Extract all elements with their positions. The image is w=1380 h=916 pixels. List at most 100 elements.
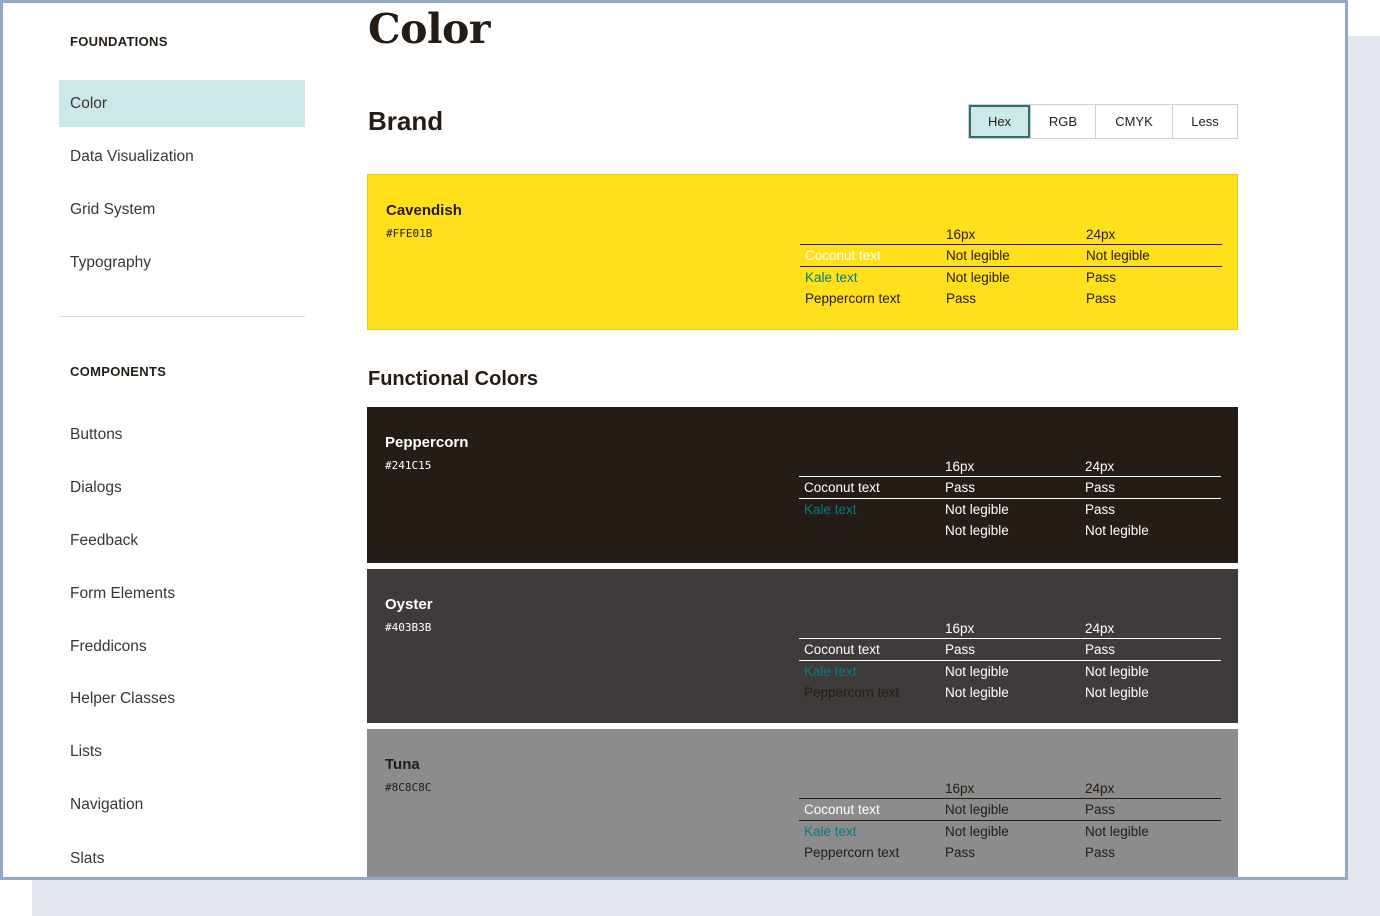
contrast-row-coconut: Coconut text Pass Pass <box>799 639 1221 660</box>
row-24px-result: Pass <box>1085 642 1116 657</box>
sidebar-item-label: Freddicons <box>70 638 147 655</box>
row-16px-result: Not legible <box>945 523 1009 538</box>
row-24px-result: Not legible <box>1085 523 1149 538</box>
row-24px-result: Not legible <box>1086 248 1150 263</box>
swatch-hex[interactable]: #FFE01B <box>386 227 432 240</box>
contrast-row-peppercorn: Peppercorn text Not legible Not legible <box>799 520 1221 541</box>
contrast-table: 16px 24px Coconut text Pass Pass Kale te… <box>799 619 1221 703</box>
row-16px-result: Not legible <box>945 824 1009 839</box>
sidebar-item-navigation[interactable]: Navigation <box>59 781 305 828</box>
app-window: FOUNDATIONS Color Data Visualization Gri… <box>0 0 1348 880</box>
contrast-table-header: 16px 24px <box>799 619 1221 638</box>
row-16px-result: Pass <box>945 845 976 860</box>
page-title: Color <box>368 5 491 53</box>
row-16px-result: Not legible <box>945 685 1009 700</box>
sidebar-item-freddicons[interactable]: Freddicons <box>59 623 305 670</box>
sidebar-item-label: Lists <box>70 743 102 760</box>
header-24px: 24px <box>1085 459 1115 474</box>
row-16px-result: Not legible <box>946 270 1010 285</box>
sidebar-item-label: Buttons <box>70 426 123 443</box>
row-label: Peppercorn text <box>804 845 900 860</box>
contrast-row-coconut: Coconut text Pass Pass <box>799 477 1221 498</box>
contrast-table-header: 16px 24px <box>799 779 1221 798</box>
row-24px-result: Pass <box>1085 480 1116 495</box>
contrast-table-header: 16px 24px <box>799 457 1221 476</box>
header-16px: 16px <box>945 459 975 474</box>
header-24px: 24px <box>1086 227 1116 242</box>
format-hex-button[interactable]: Hex <box>969 105 1031 138</box>
row-24px-result: Not legible <box>1085 685 1149 700</box>
sidebar-item-lists[interactable]: Lists <box>59 728 305 775</box>
swatch-hex[interactable]: #403B3B <box>385 621 431 634</box>
row-16px-result: Pass <box>945 642 976 657</box>
sidebar-item-color[interactable]: Color <box>59 80 305 127</box>
row-label: Peppercorn text <box>805 291 901 306</box>
row-label: Kale text <box>805 270 858 285</box>
color-swatch-oyster: Oyster #403B3B 16px 24px Coconut text Pa… <box>367 569 1238 723</box>
contrast-table: 16px 24px Coconut text Not legible Not l… <box>800 225 1222 309</box>
swatch-hex[interactable]: #8C8C8C <box>385 781 431 794</box>
sidebar-item-buttons[interactable]: Buttons <box>59 411 305 458</box>
sidebar-item-label: Grid System <box>70 201 156 218</box>
row-16px-result: Not legible <box>946 248 1010 263</box>
color-swatch-peppercorn: Peppercorn #241C15 16px 24px Coconut tex… <box>367 407 1238 563</box>
row-16px-result: Not legible <box>945 664 1009 679</box>
contrast-row-peppercorn: Peppercorn text Not legible Not legible <box>799 682 1221 703</box>
row-24px-result: Not legible <box>1085 664 1149 679</box>
row-16px-result: Not legible <box>945 802 1009 817</box>
sidebar-item-label: Dialogs <box>70 479 122 496</box>
contrast-row-kale: Kale text Not legible Pass <box>800 267 1222 288</box>
row-16px-result: Pass <box>946 291 977 306</box>
sidebar-item-label: Color <box>70 95 108 112</box>
row-label: Kale text <box>804 824 857 839</box>
sidebar-item-label: Slats <box>70 850 105 867</box>
main-content: Color Brand Hex RGB CMYK Less Cavendish … <box>367 3 1247 877</box>
swatch-hex[interactable]: #241C15 <box>385 459 431 472</box>
header-16px: 16px <box>945 781 975 796</box>
sidebar-item-label: Helper Classes <box>70 690 176 707</box>
sidebar-heading-components: COMPONENTS <box>70 364 167 379</box>
swatch-name: Tuna <box>385 756 420 773</box>
format-less-button[interactable]: Less <box>1173 105 1237 138</box>
contrast-row-coconut: Coconut text Not legible Pass <box>799 799 1221 820</box>
sidebar-item-label: Feedback <box>70 532 139 549</box>
row-24px-result: Pass <box>1085 845 1116 860</box>
contrast-row-peppercorn: Peppercorn text Pass Pass <box>800 288 1222 309</box>
row-label: Coconut text <box>804 642 880 657</box>
sidebar-item-grid-system[interactable]: Grid System <box>59 186 305 233</box>
row-label: Coconut text <box>804 802 880 817</box>
color-format-toggle: Hex RGB CMYK Less <box>968 104 1238 139</box>
swatch-name: Oyster <box>385 596 433 613</box>
sidebar-item-feedback[interactable]: Feedback <box>59 517 305 564</box>
contrast-table: 16px 24px Coconut text Pass Pass Kale te… <box>799 457 1221 541</box>
sidebar-divider <box>59 316 305 317</box>
row-label: Kale text <box>804 502 857 517</box>
format-rgb-button[interactable]: RGB <box>1031 105 1096 138</box>
sidebar-item-label: Typography <box>70 254 151 271</box>
row-24px-result: Pass <box>1085 802 1116 817</box>
sidebar: FOUNDATIONS Color Data Visualization Gri… <box>3 3 333 877</box>
contrast-row-kale: Kale text Not legible Not legible <box>799 661 1221 682</box>
row-label: Peppercorn text <box>804 685 900 700</box>
sidebar-item-form-elements[interactable]: Form Elements <box>59 570 305 617</box>
sidebar-item-dialogs[interactable]: Dialogs <box>59 464 305 511</box>
sidebar-item-typography[interactable]: Typography <box>59 239 305 286</box>
header-24px: 24px <box>1085 621 1115 636</box>
contrast-table: 16px 24px Coconut text Not legible Pass … <box>799 779 1221 863</box>
sidebar-item-helper-classes[interactable]: Helper Classes <box>59 675 305 722</box>
swatch-name: Peppercorn <box>385 434 469 451</box>
row-24px-result: Pass <box>1085 502 1116 517</box>
row-label: Coconut text <box>805 248 881 263</box>
row-24px-result: Pass <box>1086 291 1117 306</box>
row-label: Kale text <box>804 664 857 679</box>
header-16px: 16px <box>946 227 976 242</box>
header-16px: 16px <box>945 621 975 636</box>
sidebar-item-slats[interactable]: Slats <box>59 835 305 877</box>
contrast-row-kale: Kale text Not legible Pass <box>799 499 1221 520</box>
sidebar-item-data-visualization[interactable]: Data Visualization <box>59 133 305 180</box>
row-16px-result: Not legible <box>945 502 1009 517</box>
contrast-row-kale: Kale text Not legible Not legible <box>799 821 1221 842</box>
format-cmyk-button[interactable]: CMYK <box>1096 105 1173 138</box>
row-label: Peppercorn text <box>804 523 900 538</box>
color-swatch-tuna: Tuna #8C8C8C 16px 24px Coconut text Not … <box>367 729 1238 877</box>
